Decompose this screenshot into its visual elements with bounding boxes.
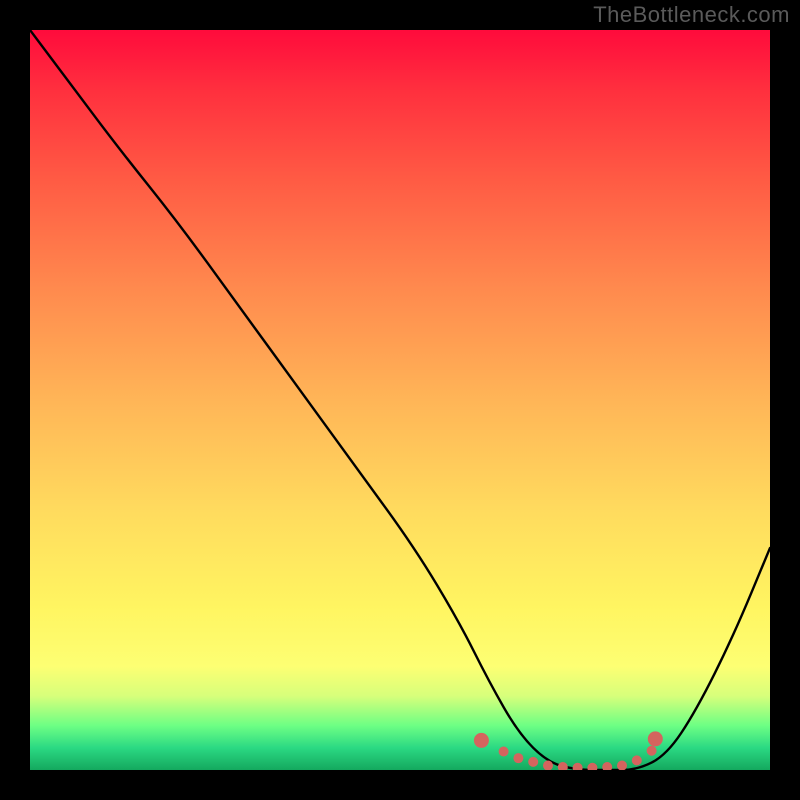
valley-dot: [648, 731, 663, 746]
valley-dot: [474, 733, 489, 748]
curve-svg: [30, 30, 770, 770]
valley-dot: [558, 762, 568, 770]
valley-dot: [499, 747, 509, 757]
valley-dot: [587, 763, 597, 770]
chart-container: TheBottleneck.com: [0, 0, 800, 800]
plot-area: [30, 30, 770, 770]
bottleneck-curve: [30, 30, 770, 770]
watermark-text: TheBottleneck.com: [593, 2, 790, 28]
valley-dot: [632, 755, 642, 765]
valley-dot: [573, 763, 583, 770]
valley-dot: [617, 761, 627, 770]
valley-dots: [474, 731, 663, 770]
valley-dot: [528, 757, 538, 767]
valley-dot: [602, 762, 612, 770]
valley-dot: [647, 746, 657, 756]
valley-dot: [513, 753, 523, 763]
